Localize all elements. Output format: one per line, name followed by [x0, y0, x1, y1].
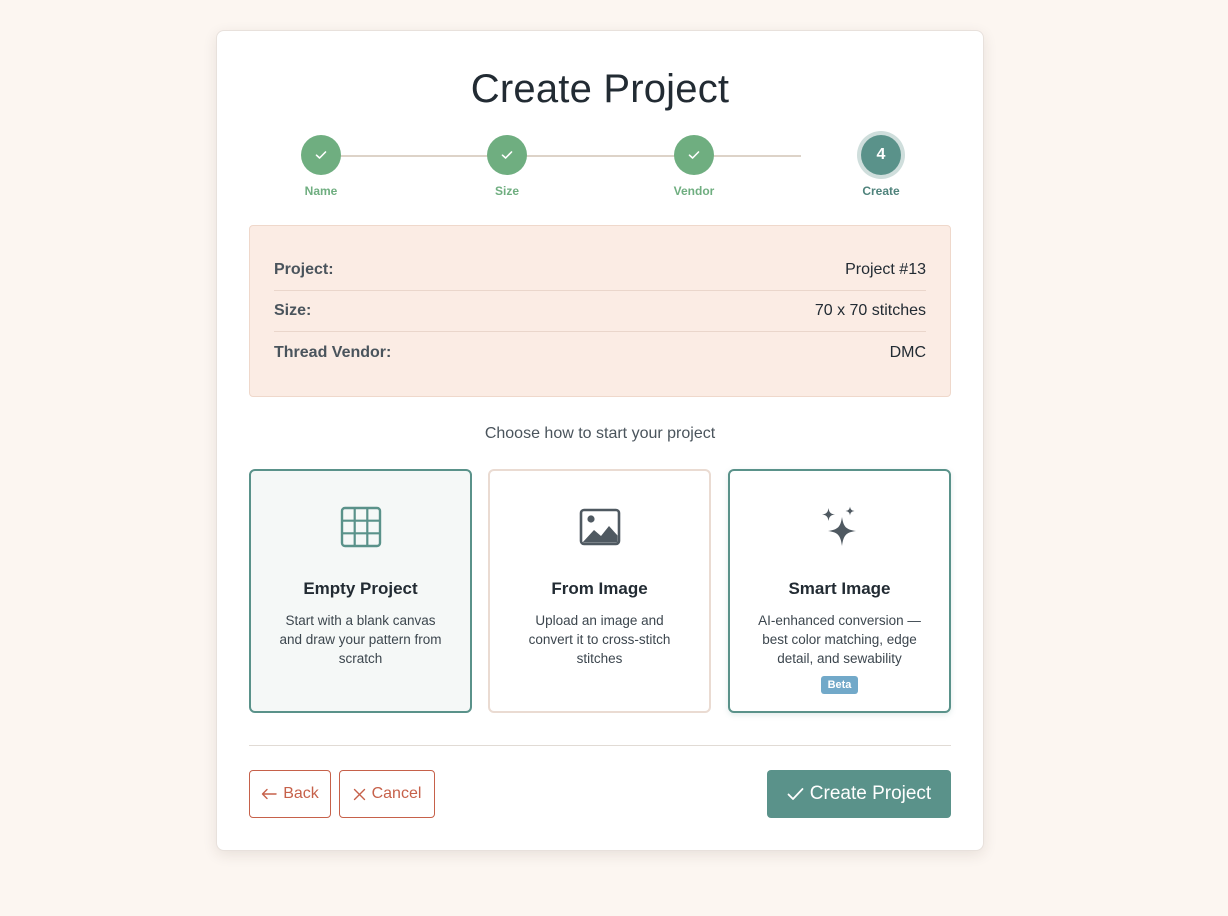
option-smart-image[interactable]: Smart Image AI-enhanced conversion — bes… — [728, 469, 951, 713]
check-icon — [674, 135, 714, 175]
step-create: 4 Create — [841, 135, 921, 198]
create-project-dialog: Create Project Name Size Vendor 4 Create — [216, 30, 984, 851]
create-project-button[interactable]: Create Project — [767, 770, 951, 818]
cancel-label: Cancel — [371, 785, 422, 802]
check-icon — [787, 788, 804, 800]
summary-key: Thread Vendor: — [274, 343, 392, 361]
beta-badge: Beta — [820, 676, 859, 694]
step-size: Size — [467, 135, 547, 198]
choose-prompt: Choose how to start your project — [484, 425, 716, 442]
step-name: Name — [281, 135, 361, 198]
step-vendor: Vendor — [654, 135, 734, 198]
check-icon — [487, 135, 527, 175]
footer-divider — [249, 745, 951, 746]
step-label: Size — [494, 184, 519, 198]
option-empty-project[interactable]: Empty Project Start with a blank canvas … — [249, 469, 472, 713]
summary-row-size: Size: 70 x 70 stitches — [274, 291, 926, 332]
step-label: Create — [862, 184, 900, 198]
close-icon — [353, 788, 365, 800]
arrow-left-icon — [262, 788, 277, 800]
project-summary: Project: Project #13 Size: 70 x 70 stitc… — [249, 225, 951, 397]
wizard-stepper: Name Size Vendor 4 Create — [249, 135, 953, 205]
summary-row-vendor: Thread Vendor: DMC — [274, 332, 926, 373]
option-description: AI-enhanced conversion — best color matc… — [758, 613, 921, 666]
option-from-image[interactable]: From Image Upload an image and convert i… — [488, 469, 711, 713]
option-description: Upload an image and convert it to cross-… — [528, 613, 671, 666]
summary-key: Project: — [274, 261, 334, 278]
option-title: From Image — [551, 579, 648, 598]
summary-value: DMC — [889, 343, 926, 361]
summary-key: Size: — [274, 302, 312, 319]
step-label: Vendor — [673, 184, 715, 198]
option-title: Empty Project — [303, 579, 418, 598]
option-description: Start with a blank canvas and draw your … — [279, 613, 442, 666]
step-number: 4 — [861, 135, 901, 175]
summary-value: Project #13 — [845, 261, 926, 278]
check-icon — [301, 135, 341, 175]
back-label: Back — [283, 785, 319, 802]
summary-value: 70 x 70 stitches — [814, 302, 926, 319]
option-title: Smart Image — [788, 579, 891, 598]
image-icon — [579, 508, 620, 546]
back-button[interactable]: Back — [249, 770, 331, 818]
start-options: Empty Project Start with a blank canvas … — [249, 469, 951, 713]
page-title: Create Project — [470, 67, 730, 111]
step-label: Name — [304, 184, 338, 198]
cancel-button[interactable]: Cancel — [339, 770, 435, 818]
create-label: Create Project — [809, 783, 932, 804]
grid-icon — [340, 506, 381, 548]
summary-row-project: Project: Project #13 — [274, 250, 926, 291]
sparkles-icon — [821, 506, 856, 546]
